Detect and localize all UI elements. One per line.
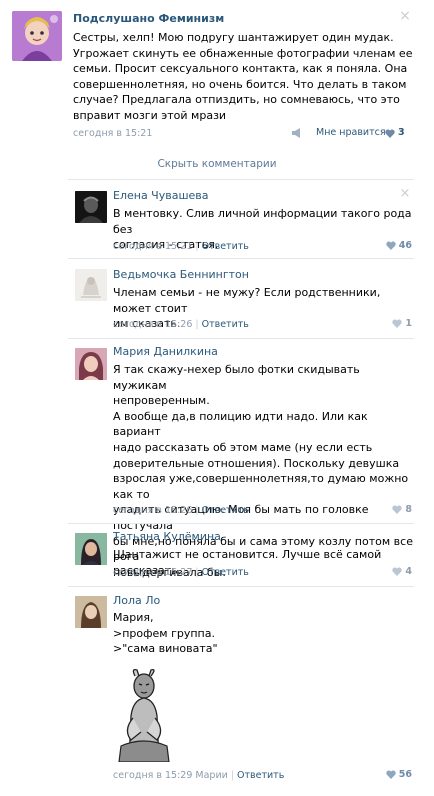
close-icon[interactable]: ×: [398, 187, 412, 201]
comment-like-button[interactable]: 1: [392, 318, 412, 329]
heart-icon[interactable]: [385, 129, 395, 138]
comment-like-count: 8: [405, 504, 412, 515]
meta-separator: |: [195, 567, 199, 578]
comment-like-button[interactable]: 56: [386, 769, 412, 780]
meta-separator: |: [195, 505, 199, 516]
post-text-line: вправит мозги этой мрази: [73, 108, 227, 122]
heart-icon: [392, 319, 403, 328]
like-button[interactable]: Мне нравится: [316, 127, 386, 138]
post-author-name[interactable]: Подслушано Феминизм: [73, 12, 224, 25]
meta-separator: |: [230, 770, 235, 781]
comment-author[interactable]: Мария Данилкина: [113, 345, 218, 358]
heart-icon: [392, 567, 403, 576]
meta-separator: |: [195, 319, 199, 330]
divider: [68, 258, 414, 259]
comment-timestamp[interactable]: сегодня в 15:26: [113, 319, 192, 330]
divider: [68, 586, 414, 587]
post-text-line: Угрожает скинуть ее обнаженные фотографи…: [73, 46, 413, 60]
avatar[interactable]: [75, 348, 107, 380]
reply-button[interactable]: Ответить: [202, 567, 249, 578]
comment-like-button[interactable]: 46: [386, 240, 412, 251]
comment-timestamp[interactable]: сегодня в 15:29 Марии: [113, 770, 228, 781]
avatar[interactable]: [75, 596, 107, 628]
megaphone-icon[interactable]: [291, 128, 303, 138]
avatar[interactable]: [75, 533, 107, 565]
post-text-line: Сестры, хелп! Мою подругу шантажирует од…: [73, 31, 394, 44]
hide-comments-link[interactable]: Скрыть комментарии: [0, 158, 434, 170]
comment-meta: сегодня в 15:26 | Ответить: [113, 505, 249, 516]
comment-author[interactable]: Татьяна Кулёмина: [113, 530, 221, 543]
comment-timestamp[interactable]: сегодня в 15:27: [113, 567, 192, 578]
post-text-line: совершеннолетняя, но очень боится. Что д…: [73, 77, 407, 91]
close-icon[interactable]: ×: [398, 9, 412, 23]
post-text-line: случае? Предлагала отпиздить, но сомнева…: [73, 93, 400, 107]
meta-separator: |: [195, 241, 199, 252]
comment-like-count: 4: [405, 566, 412, 577]
comment-like-button[interactable]: 4: [392, 566, 412, 577]
comment-image[interactable]: [115, 666, 173, 763]
divider: [68, 179, 414, 180]
comment-like-count: 46: [398, 240, 412, 251]
comment-author[interactable]: Лола Ло: [113, 594, 160, 607]
comment-meta: сегодня в 15:29 Марии | Ответить: [113, 770, 284, 781]
comment-like-count: 1: [405, 318, 412, 329]
divider: [68, 523, 414, 524]
post-text: Сестры, хелп! Мою подругу шантажирует од…: [73, 30, 413, 124]
comment-like-button[interactable]: 8: [392, 504, 412, 515]
post-timestamp[interactable]: сегодня в 15:21: [73, 128, 152, 139]
comment-timestamp[interactable]: сегодня в 15:26: [113, 505, 192, 516]
comment-author[interactable]: Ведьмочка Беннингтон: [113, 268, 249, 281]
comment-timestamp[interactable]: сегодня в 15:21: [113, 241, 192, 252]
reply-button[interactable]: Ответить: [202, 505, 249, 516]
like-count: 3: [398, 127, 405, 138]
reply-button[interactable]: Ответить: [237, 770, 284, 781]
heart-icon: [392, 505, 403, 514]
comment-meta: сегодня в 15:26 | Ответить: [113, 319, 249, 330]
comment-like-count: 56: [398, 769, 412, 780]
comment-author[interactable]: Елена Чувашева: [113, 189, 209, 202]
heart-icon: [386, 770, 396, 779]
comment-meta: сегодня в 15:27 | Ответить: [113, 567, 249, 578]
comment-meta: сегодня в 15:21 | Ответить: [113, 241, 249, 252]
post-author-avatar[interactable]: [12, 11, 62, 61]
post-text-line: семьи. Просит сексуального контакта, как…: [73, 62, 408, 76]
reply-button[interactable]: Ответить: [202, 241, 249, 252]
avatar[interactable]: [75, 191, 107, 223]
avatar[interactable]: [75, 269, 107, 301]
heart-icon: [386, 241, 396, 250]
divider: [68, 338, 414, 339]
comment-text: Мария, >профем группа. >"сама виновата": [113, 611, 218, 656]
reply-button[interactable]: Ответить: [202, 319, 249, 330]
